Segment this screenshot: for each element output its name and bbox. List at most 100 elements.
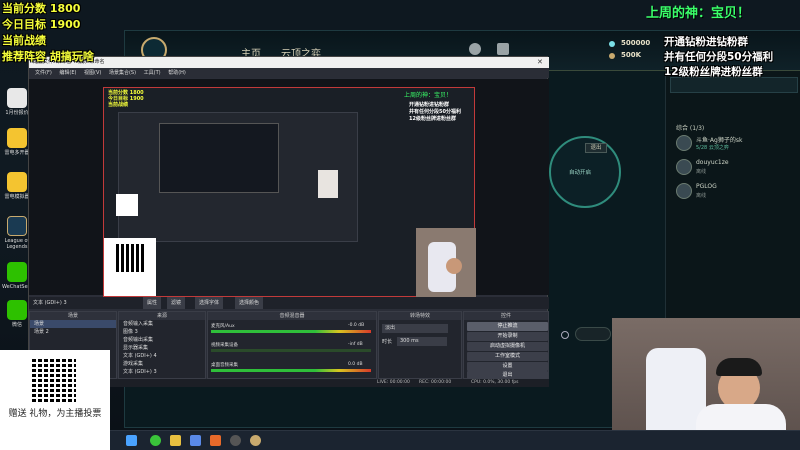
overlay-god: 上周的神：宝贝！	[646, 6, 751, 21]
menu-scene-collection[interactable]: 场景集合(S)	[109, 70, 136, 76]
preview-nested-screen	[159, 123, 279, 193]
mixer-panel: 音频混音器 麦克风/Aux -0.0 dB 视频采集设备 -inf dB 桌面音…	[207, 311, 377, 379]
preview-cam-small	[318, 170, 338, 198]
browser-icon[interactable]	[150, 435, 161, 446]
preview-qr-icon	[116, 244, 144, 272]
taskbar	[110, 430, 800, 450]
friends-header: 综合 (1/3)	[676, 125, 705, 132]
overlay-right-line3: 12级粉丝牌进粉丝群	[664, 66, 763, 78]
scene-item[interactable]: 场景	[30, 320, 116, 328]
controls-header: 控件	[464, 312, 548, 320]
sources-panel: 来源 音频输入采集 图像 3 音频输出采集 显示器采集 文本 (GDI+) 4 …	[118, 311, 206, 379]
menu-view[interactable]: 视图(V)	[84, 70, 101, 76]
friend-status: 离线	[696, 169, 707, 175]
collection-icon[interactable]	[497, 43, 509, 55]
settings-button[interactable]: 设置	[467, 362, 548, 371]
status-cpu: CPU: 0.0%, 30.00 fps	[471, 380, 519, 385]
qr-code-pattern	[32, 358, 76, 402]
mixer-channel-db: -0.0 dB	[348, 323, 365, 328]
color-button[interactable]: 选择颜色	[235, 297, 264, 309]
preview-god-text: 上周的神：宝贝！	[404, 92, 453, 99]
desktop: 1月份报价 雷电多开器 雷电模拟器 League of Legends WeCh…	[0, 0, 800, 450]
virtual-camera-button[interactable]: 启动虚拟摄像机	[467, 342, 548, 351]
menu-tools[interactable]: 工具(T)	[144, 70, 161, 76]
mixer-channel-name: 麦克风/Aux	[211, 324, 235, 329]
selected-source-name: 文本 (GDI+) 3	[33, 300, 67, 306]
exit-obs-button[interactable]: 退出	[467, 371, 548, 379]
obs-window: 配置文件: 未命名 - 场景: 未命名 ✕ 文件(F) 编辑(E) 视图(V) …	[28, 56, 549, 387]
mixer-meter	[211, 349, 371, 352]
obs-menu-bar: 文件(F) 编辑(E) 视图(V) 场景集合(S) 工具(T) 帮助(H)	[29, 68, 549, 78]
windows-start-icon[interactable]	[126, 435, 137, 446]
obs-icon[interactable]	[230, 435, 241, 446]
obs-preview[interactable]: 当前分数 1800 今日目标 1900 当前战绩 上周的神：宝贝！ 开通钻粉进钻…	[29, 79, 549, 298]
source-item[interactable]: 音频输出采集	[119, 336, 205, 344]
friend-name: 斗鱼·Ag狮子的sk	[696, 137, 743, 144]
app-icon[interactable]	[190, 435, 201, 446]
source-item[interactable]: 音频输入采集	[119, 320, 205, 328]
preview-overlay-text: 当前分数 1800 今日目标 1900 当前战绩	[108, 90, 144, 108]
menu-file[interactable]: 文件(F)	[35, 70, 52, 76]
overlay-right-line2: 并有任何分段50分福利	[664, 51, 774, 63]
mixer-channel-name: 桌面音频采集	[211, 363, 238, 368]
mode-label: 自动开启	[569, 170, 592, 176]
overlay-record: 当前战绩	[2, 34, 46, 47]
source-item[interactable]: 显示器采集	[119, 344, 205, 352]
source-item[interactable]: 图像 3	[119, 328, 205, 336]
profile-icon[interactable]	[469, 43, 481, 55]
preview-person-head	[446, 258, 462, 274]
rp-icon	[609, 41, 615, 47]
source-item[interactable]: 文本 (GDI+) 4	[119, 352, 205, 360]
transitions-panel: 转场特效 淡出 时长 300 ms	[378, 311, 462, 379]
menu-help[interactable]: 帮助(H)	[168, 70, 186, 76]
duration-input[interactable]: 300 ms	[397, 337, 447, 346]
mixer-channel-name: 视频采集设备	[211, 343, 238, 348]
properties-button[interactable]: 属性	[143, 297, 162, 309]
filters-button[interactable]: 滤镜	[167, 297, 186, 309]
menu-edit[interactable]: 编辑(E)	[59, 70, 76, 76]
friend-avatar	[676, 183, 692, 199]
folder-icon[interactable]	[170, 435, 181, 446]
currency-rp: 500000	[621, 39, 651, 47]
font-button[interactable]: 选择字体	[195, 297, 224, 309]
friend-item[interactable]: douyuc1ze 离线	[676, 157, 800, 179]
preview-qr-code	[116, 194, 138, 216]
source-item[interactable]: 文本 (GDI+) 3	[119, 368, 205, 376]
friend-status: 5/28 云顶之弈	[696, 145, 729, 151]
transitions-header: 转场特效	[379, 312, 461, 320]
stop-stream-button[interactable]: 停止推流	[467, 322, 548, 331]
status-live: LIVE: 00:00:00	[377, 380, 410, 385]
mixer-channel-db: 0.0 dB	[348, 362, 363, 367]
mixer-channel-db: -inf dB	[348, 342, 363, 347]
mixer-meter	[211, 369, 371, 372]
mixer-meter	[211, 330, 371, 333]
qr-caption: 赠送 礼物，为主播投票	[8, 409, 102, 419]
currency-be: 500K	[621, 51, 642, 59]
transition-select[interactable]: 淡出	[382, 324, 448, 333]
friend-item[interactable]: PGLOG 离线	[676, 181, 800, 203]
be-icon	[609, 53, 615, 59]
studio-mode-button[interactable]: 工作室模式	[467, 352, 548, 361]
settings-gear-icon[interactable]	[561, 331, 569, 339]
mixer-header: 音频混音器	[208, 312, 376, 320]
friend-name: douyuc1ze	[696, 159, 729, 166]
preview-capture-frame[interactable]: 当前分数 1800 今日目标 1900 当前战绩 上周的神：宝贝！ 开通钻粉进钻…	[103, 87, 476, 298]
scene-item[interactable]: 场景 2	[30, 328, 116, 336]
exit-button[interactable]: 退出	[585, 143, 607, 153]
lol-action-button[interactable]	[575, 327, 611, 341]
friend-status: 离线	[696, 193, 707, 199]
obs-source-toolbar: 文本 (GDI+) 3 属性 滤镜 选择字体 选择颜色	[29, 297, 549, 309]
friend-item[interactable]: 斗鱼·Ag狮子的sk 5/28 云顶之弈	[676, 133, 800, 155]
friend-name: PGLOG	[696, 183, 717, 190]
start-recording-button[interactable]: 开始录制	[467, 332, 548, 341]
source-item[interactable]: 游戏采集	[119, 360, 205, 368]
close-icon[interactable]: ✕	[537, 59, 544, 66]
app-icon[interactable]	[210, 435, 221, 446]
duration-label: 时长	[382, 339, 393, 345]
friend-avatar	[676, 159, 692, 175]
friends-search-bar[interactable]	[670, 77, 798, 93]
scenes-header: 场景	[30, 312, 116, 320]
preview-webcam	[416, 228, 476, 298]
overlay-right-line1: 开通钻粉进钻粉群	[664, 36, 748, 48]
lol-icon[interactable]	[250, 435, 261, 446]
